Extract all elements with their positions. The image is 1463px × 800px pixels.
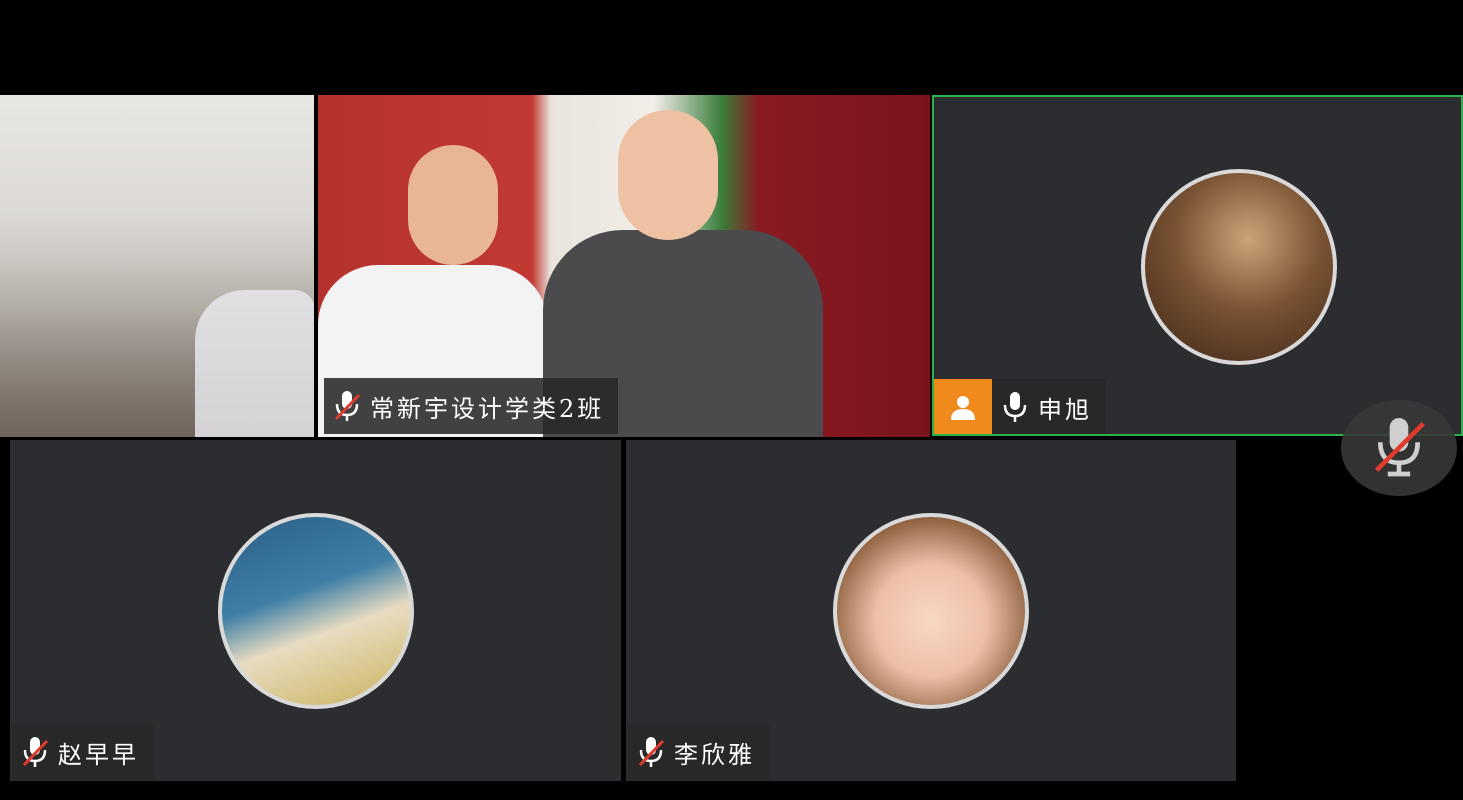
- mic-muted-icon: [12, 724, 58, 780]
- avatar: [218, 513, 414, 709]
- mic-icon: [992, 379, 1038, 434]
- participant-tile-zhao[interactable]: 赵早早: [10, 440, 621, 781]
- participant-nametag: 赵早早: [12, 724, 153, 780]
- avatar: [1141, 169, 1337, 365]
- avatar: [833, 513, 1029, 709]
- participant-name: 赵早早: [58, 740, 139, 769]
- video-tile-a[interactable]: [0, 95, 314, 437]
- participant-name: 申旭: [1038, 395, 1092, 424]
- participant-nametag: 李欣雅: [628, 724, 769, 780]
- mic-muted-icon: [324, 378, 370, 434]
- video-figure: [195, 290, 314, 437]
- mic-muted-icon: [628, 724, 674, 780]
- participant-tile-shenxu[interactable]: 申旭: [932, 95, 1463, 436]
- self-mic-toggle-button[interactable]: [1341, 400, 1457, 496]
- participant-tile-li[interactable]: 李欣雅: [626, 440, 1236, 781]
- participant-nametag: 常新宇设计学类2班: [324, 378, 619, 434]
- participant-name: 常新宇设计学类2班: [370, 394, 605, 423]
- video-feed-face: [618, 110, 718, 240]
- mic-muted-icon: [1371, 413, 1427, 483]
- person-icon: [934, 379, 992, 434]
- participant-name: 李欣雅: [674, 740, 755, 769]
- participant-nametag: 申旭: [934, 379, 1106, 434]
- video-feed-face: [408, 145, 498, 265]
- video-tile-b[interactable]: 常新宇设计学类2班: [318, 95, 930, 437]
